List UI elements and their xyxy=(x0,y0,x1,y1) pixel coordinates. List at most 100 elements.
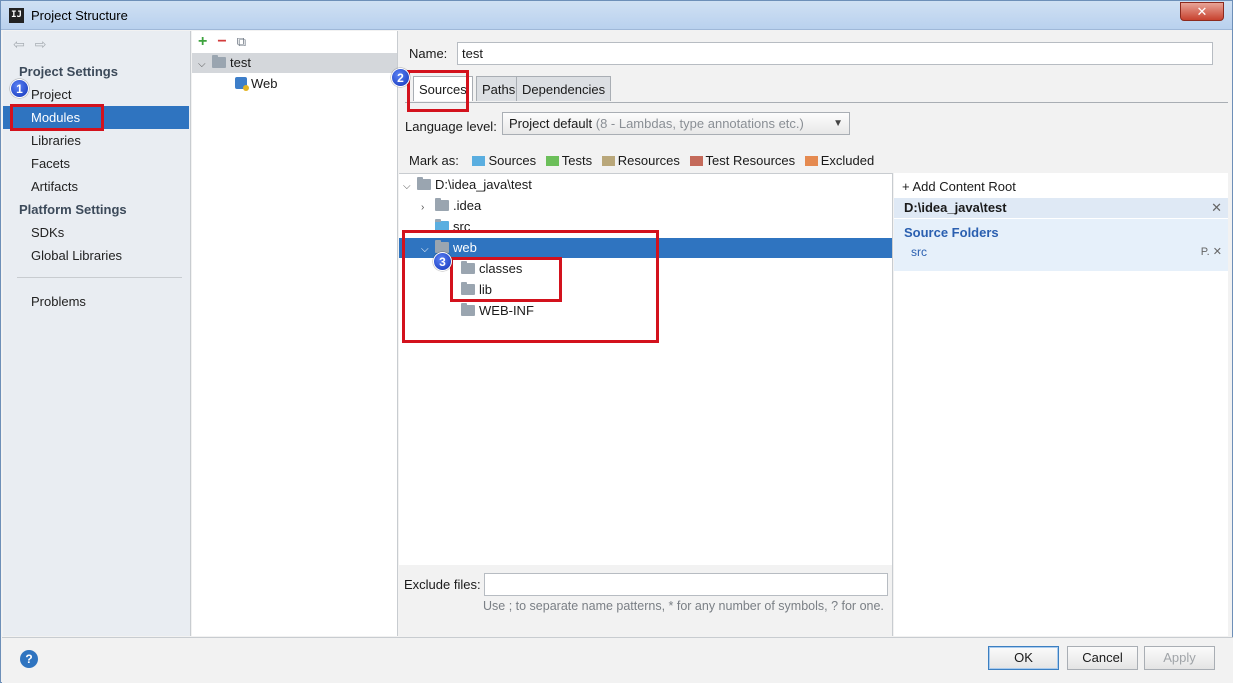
folder-icon xyxy=(461,261,475,274)
step-marker-2: 2 xyxy=(391,68,410,87)
collapsed-arrow-icon[interactable]: › xyxy=(421,198,435,218)
tree-item-src[interactable]: src xyxy=(435,217,470,237)
resources-folder-icon xyxy=(601,156,615,166)
module-tree-item-test[interactable]: ⌵ test xyxy=(192,53,397,73)
project-settings-header: Project Settings xyxy=(19,64,118,79)
language-level-value: Project default xyxy=(509,116,593,131)
copy-module-button[interactable]: ⧉ xyxy=(237,34,246,49)
apply-button[interactable]: Apply xyxy=(1144,646,1215,670)
module-label: test xyxy=(230,55,251,70)
source-folders-block: Source Folders src P. ✕ xyxy=(894,219,1228,271)
tab-dependencies[interactable]: Dependencies xyxy=(516,76,612,101)
close-button[interactable]: ✕ xyxy=(1180,2,1224,21)
folder-icon xyxy=(461,303,475,316)
tree-label-classes: classes xyxy=(479,261,523,276)
tree-label-web: web xyxy=(453,240,477,255)
chevron-down-icon: ▼ xyxy=(833,118,843,129)
exclude-files-section: Exclude files: Use ; to separate name pa… xyxy=(399,565,893,636)
expand-arrow-icon[interactable]: ⌵ xyxy=(198,55,212,75)
tree-item-webinf[interactable]: WEB-INF xyxy=(461,301,534,321)
tree-item-web[interactable]: ⌵ web xyxy=(399,238,892,258)
platform-settings-header: Platform Settings xyxy=(19,202,127,217)
help-icon[interactable]: ? xyxy=(20,650,38,668)
mark-as-tests-button[interactable]: Tests xyxy=(545,153,593,168)
sidebar-item-problems[interactable]: Problems xyxy=(3,290,189,313)
mark-as-resources-button[interactable]: Resources xyxy=(601,153,680,168)
sidebar-item-artifacts[interactable]: Artifacts xyxy=(3,175,189,198)
sidebar-item-sdks[interactable]: SDKs xyxy=(3,221,189,244)
sidebar-divider xyxy=(17,277,182,278)
mark-as-bar: Mark as: Sources Tests Resources Test Re… xyxy=(409,153,874,168)
tree-label-root: D:\idea_java\test xyxy=(435,177,532,192)
sidebar-item-libraries[interactable]: Libraries xyxy=(3,129,189,152)
content-root-path: D:\idea_java\test xyxy=(904,200,1007,215)
language-level-select[interactable]: Project default (8 - Lambdas, type annot… xyxy=(502,112,850,135)
facet-label: Web xyxy=(251,76,278,91)
edit-properties-icon[interactable]: P. xyxy=(1201,246,1210,258)
modules-toolbar: + − ⧉ xyxy=(198,33,246,51)
folder-icon xyxy=(461,282,475,295)
web-facet-icon xyxy=(235,77,249,91)
expand-arrow-icon[interactable]: ⌵ xyxy=(403,177,417,197)
tree-label-idea: .idea xyxy=(453,198,482,213)
source-folder-item[interactable]: src xyxy=(911,245,927,259)
name-label: Name: xyxy=(409,46,448,61)
ok-button[interactable]: OK xyxy=(988,646,1059,670)
language-level-hint: (8 - Lambdas, type annotations etc.) xyxy=(595,116,804,131)
tab-underline xyxy=(405,102,1228,103)
sidebar-item-modules[interactable]: Modules xyxy=(3,106,189,129)
mark-as-sources-button[interactable]: Sources xyxy=(472,153,536,168)
step-marker-1: 1 xyxy=(10,79,29,98)
mark-as-excluded-label: Excluded xyxy=(820,153,875,168)
test-resources-folder-icon xyxy=(689,156,703,166)
sidebar-item-facets[interactable]: Facets xyxy=(3,152,189,175)
project-structure-dialog: IJ Project Structure ✕ ⇦ ⇨ Project Settin… xyxy=(0,0,1233,683)
plus-icon: + xyxy=(902,179,913,194)
tab-paths[interactable]: Paths xyxy=(476,76,522,101)
mark-as-label: Mark as: xyxy=(409,153,459,168)
mark-as-test-resources-button[interactable]: Test Resources xyxy=(689,153,795,168)
tree-item-lib[interactable]: lib xyxy=(461,280,492,300)
remove-content-root-icon[interactable]: ✕ xyxy=(1211,198,1222,218)
add-content-root-label: Add Content Root xyxy=(912,179,1016,194)
mark-as-resources-label: Resources xyxy=(617,153,680,168)
remove-source-folder-icon[interactable]: ✕ xyxy=(1213,246,1222,258)
cancel-button[interactable]: Cancel xyxy=(1067,646,1138,670)
mark-as-excluded-button[interactable]: Excluded xyxy=(804,153,875,168)
modules-pane: + − ⧉ ⌵ test Web xyxy=(192,31,398,636)
sources-folder-icon xyxy=(472,156,486,166)
tree-item-classes[interactable]: classes xyxy=(461,259,522,279)
tree-label-webinf: WEB-INF xyxy=(479,303,534,318)
tree-item-idea[interactable]: › .idea xyxy=(421,196,481,216)
tree-label-src: src xyxy=(453,219,471,234)
window-title: Project Structure xyxy=(31,8,128,23)
title-bar: IJ Project Structure ✕ xyxy=(1,1,1232,30)
mark-as-sources-label: Sources xyxy=(488,153,537,168)
module-tree-item-web[interactable]: Web xyxy=(235,74,278,94)
module-settings-pane: Name: test Sources Paths Dependencies La… xyxy=(399,31,1228,636)
tree-label-lib: lib xyxy=(479,282,493,297)
folder-icon xyxy=(417,177,431,190)
sidebar-item-global-libraries[interactable]: Global Libraries xyxy=(3,244,189,267)
exclude-files-hint: Use ; to separate name patterns, * for a… xyxy=(483,599,884,613)
step-marker-3: 3 xyxy=(433,252,452,271)
forward-arrow-icon[interactable]: ⇨ xyxy=(35,36,47,52)
intellij-app-icon: IJ xyxy=(9,8,24,23)
tab-sources[interactable]: Sources xyxy=(413,76,473,101)
back-arrow-icon[interactable]: ⇦ xyxy=(13,36,25,52)
exclude-files-label: Exclude files: xyxy=(404,577,481,592)
exclude-files-input[interactable] xyxy=(484,573,888,596)
add-content-root-button[interactable]: + Add Content Root xyxy=(902,179,1016,194)
remove-module-button[interactable]: − xyxy=(217,33,226,50)
tree-item-root[interactable]: ⌵ D:\idea_java\test xyxy=(403,175,532,195)
module-folder-icon xyxy=(212,55,226,68)
excluded-folder-icon xyxy=(804,156,818,166)
tests-folder-icon xyxy=(545,156,559,166)
folder-icon xyxy=(435,198,449,211)
sidebar-item-project[interactable]: Project xyxy=(3,83,189,106)
content-root-row[interactable]: D:\idea_java\test ✕ xyxy=(894,198,1228,218)
mark-as-tests-label: Tests xyxy=(561,153,593,168)
language-level-label: Language level: xyxy=(405,119,497,134)
add-module-button[interactable]: + xyxy=(198,33,207,50)
module-name-input[interactable]: test xyxy=(457,42,1213,65)
